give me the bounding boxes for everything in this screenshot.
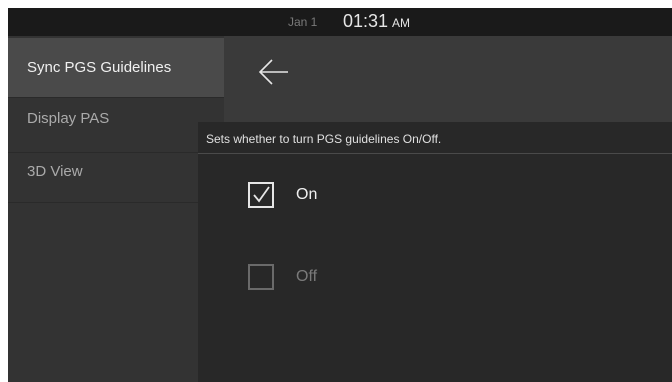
status-time: 01:31 AM — [343, 11, 410, 32]
sidebar: Sync PGS Guidelines Display PAS 3D View — [8, 36, 224, 382]
checkbox-unchecked[interactable] — [248, 264, 274, 290]
option-off[interactable]: Off — [248, 258, 548, 298]
options-panel: Sets whether to turn PGS guidelines On/O… — [198, 122, 672, 382]
option-label: Off — [296, 268, 318, 285]
divider — [198, 153, 672, 154]
option-on[interactable]: On — [248, 176, 548, 216]
arrow-left-icon[interactable] — [256, 54, 292, 90]
sidebar-item-3d-view[interactable]: 3D View — [8, 148, 224, 203]
sidebar-item-label: 3D View — [27, 163, 83, 180]
sidebar-item-display-pas[interactable]: Display PAS — [8, 98, 224, 153]
check-icon — [253, 186, 270, 203]
content-header — [224, 36, 672, 126]
sidebar-item-label: Sync PGS Guidelines — [27, 59, 172, 76]
status-bar: Jan 1 01:31 AM — [8, 8, 672, 36]
status-ampm: AM — [392, 16, 411, 30]
sidebar-item-label: Display PAS — [27, 110, 110, 127]
status-time-value: 01:31 — [343, 11, 389, 31]
option-label: On — [296, 186, 318, 203]
panel-description: Sets whether to turn PGS guidelines On/O… — [206, 132, 442, 146]
screen: Jan 1 01:31 AM Sync PGS Guidelines Displa… — [8, 8, 672, 382]
sidebar-item-sync-pgs-guidelines[interactable]: Sync PGS Guidelines — [8, 38, 224, 98]
checkbox-checked[interactable] — [248, 182, 274, 208]
status-date: Jan 1 — [288, 15, 318, 29]
